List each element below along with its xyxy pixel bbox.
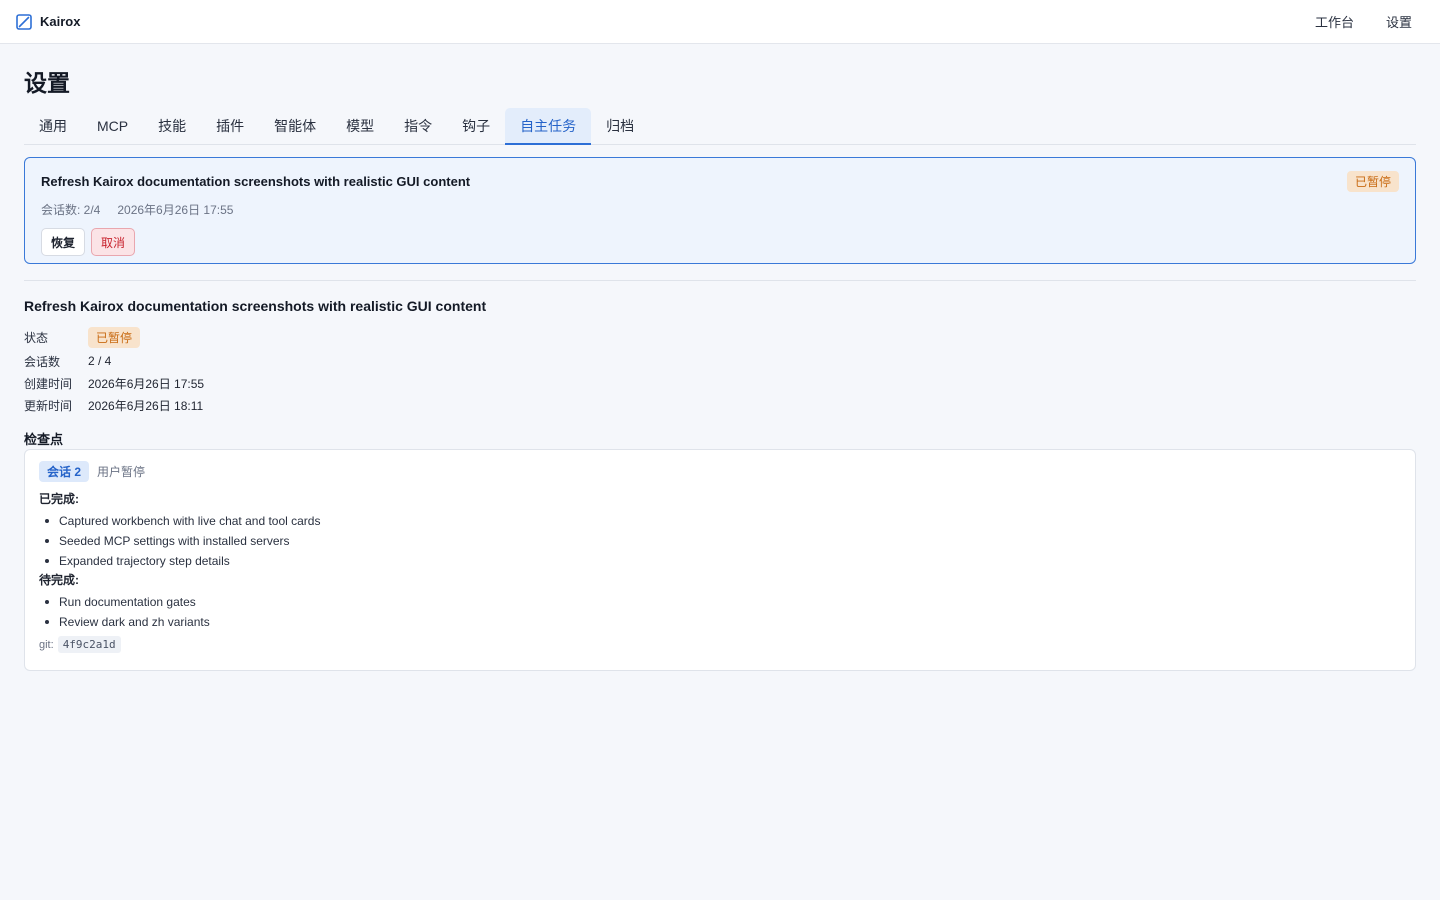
done-label: 已完成: [39, 492, 79, 506]
task-created-time: 2026年6月26日 17:55 [117, 203, 234, 217]
divider [24, 280, 1416, 281]
tab-agents[interactable]: 智能体 [259, 108, 331, 145]
detail-row-status: 状态 已暂停 [24, 324, 1416, 350]
tab-models[interactable]: 模型 [331, 108, 389, 145]
tab-general[interactable]: 通用 [24, 108, 82, 145]
list-item: Expanded trajectory step details [39, 551, 1401, 571]
task-actions: 恢复 取消 [41, 228, 1399, 256]
tab-hooks[interactable]: 钩子 [447, 108, 505, 145]
top-nav: 工作台 设置 [1303, 6, 1424, 37]
detail-key: 会话数 [24, 354, 61, 369]
task-card-title: Refresh Kairox documentation screenshots… [41, 174, 471, 189]
resume-button[interactable]: 恢复 [41, 228, 86, 256]
detail-fields: 状态 已暂停 会话数 2 / 4 创建时间 2026年6月26日 17:55 更… [24, 324, 1416, 416]
status-badge: 已暂停 [1346, 171, 1399, 192]
todo-label: 待完成: [39, 573, 79, 587]
git-hash: 4f9c2a1d [57, 636, 121, 653]
task-meta: 会话数: 2/4 2026年6月26日 17:55 [41, 201, 1399, 218]
list-item-text: Review dark and zh variants [59, 615, 210, 629]
detail-value: 2 / 4 [88, 354, 112, 368]
bullet-icon [45, 539, 49, 543]
page-title: 设置 [24, 70, 70, 96]
list-item-text: Expanded trajectory step details [59, 554, 230, 568]
cancel-button[interactable]: 取消 [91, 228, 136, 256]
nav-workbench[interactable]: 工作台 [1303, 6, 1366, 37]
tab-archive[interactable]: 归档 [591, 108, 649, 145]
detail-key: 更新时间 [24, 398, 73, 413]
done-list: Captured workbench with live chat and to… [39, 511, 1401, 571]
list-item: Review dark and zh variants [39, 612, 1401, 632]
detail-row-created: 创建时间 2026年6月26日 17:55 [24, 372, 1416, 394]
detail-row-sessions: 会话数 2 / 4 [24, 350, 1416, 372]
settings-tabs: 通用 MCP 技能 插件 智能体 模型 指令 钩子 自主任务 归档 [24, 108, 1416, 145]
tab-mcp[interactable]: MCP [82, 108, 143, 145]
detail-title: Refresh Kairox documentation screenshots… [24, 298, 487, 314]
nav-settings[interactable]: 设置 [1374, 6, 1424, 37]
checkpoint-header: 会话 2 用户暂停 [39, 461, 1401, 482]
checkpoint-reason: 用户暂停 [97, 465, 146, 479]
bullet-icon [45, 600, 49, 604]
task-session-count: 会话数: 2/4 [41, 203, 101, 217]
top-bar: Kairox 工作台 设置 [0, 0, 1440, 44]
detail-value: 2026年6月26日 18:11 [88, 398, 204, 413]
list-item: Captured workbench with live chat and to… [39, 511, 1401, 531]
bullet-icon [45, 519, 49, 523]
detail-key: 状态 [24, 330, 49, 345]
detail-key: 创建时间 [24, 376, 73, 391]
tab-skills[interactable]: 技能 [143, 108, 201, 145]
tab-autonomous-tasks[interactable]: 自主任务 [505, 108, 592, 145]
list-item-text: Captured workbench with live chat and to… [59, 514, 321, 528]
checkpoint-card: 会话 2 用户暂停 已完成: Captured workbench with l… [24, 449, 1416, 671]
kairox-logo-icon [16, 13, 32, 30]
detail-value: 2026年6月26日 17:55 [88, 376, 205, 391]
todo-list: Run documentation gates Review dark and … [39, 592, 1401, 632]
tab-plugins[interactable]: 插件 [201, 108, 259, 145]
tab-instructions[interactable]: 指令 [389, 108, 447, 145]
list-item-text: Run documentation gates [59, 595, 196, 609]
status-badge: 已暂停 [88, 326, 141, 348]
task-detail: Refresh Kairox documentation screenshots… [24, 298, 1416, 671]
list-item: Run documentation gates [39, 592, 1401, 612]
git-row: git: 4f9c2a1d [39, 636, 1401, 653]
checkpoints-heading: 检查点 [24, 432, 64, 447]
app-name: Kairox [40, 14, 81, 29]
settings-page: 设置 通用 MCP 技能 插件 智能体 模型 指令 钩子 自主任务 归档 Ref… [0, 44, 1440, 671]
bullet-icon [45, 620, 49, 624]
task-card[interactable]: Refresh Kairox documentation screenshots… [24, 157, 1416, 264]
list-item-text: Seeded MCP settings with installed serve… [59, 534, 290, 548]
session-chip: 会话 2 [39, 461, 90, 482]
bullet-icon [45, 559, 49, 563]
list-item: Seeded MCP settings with installed serve… [39, 531, 1401, 551]
git-label: git: [39, 638, 54, 651]
brand[interactable]: Kairox [16, 13, 81, 30]
detail-row-updated: 更新时间 2026年6月26日 18:11 [24, 394, 1416, 416]
